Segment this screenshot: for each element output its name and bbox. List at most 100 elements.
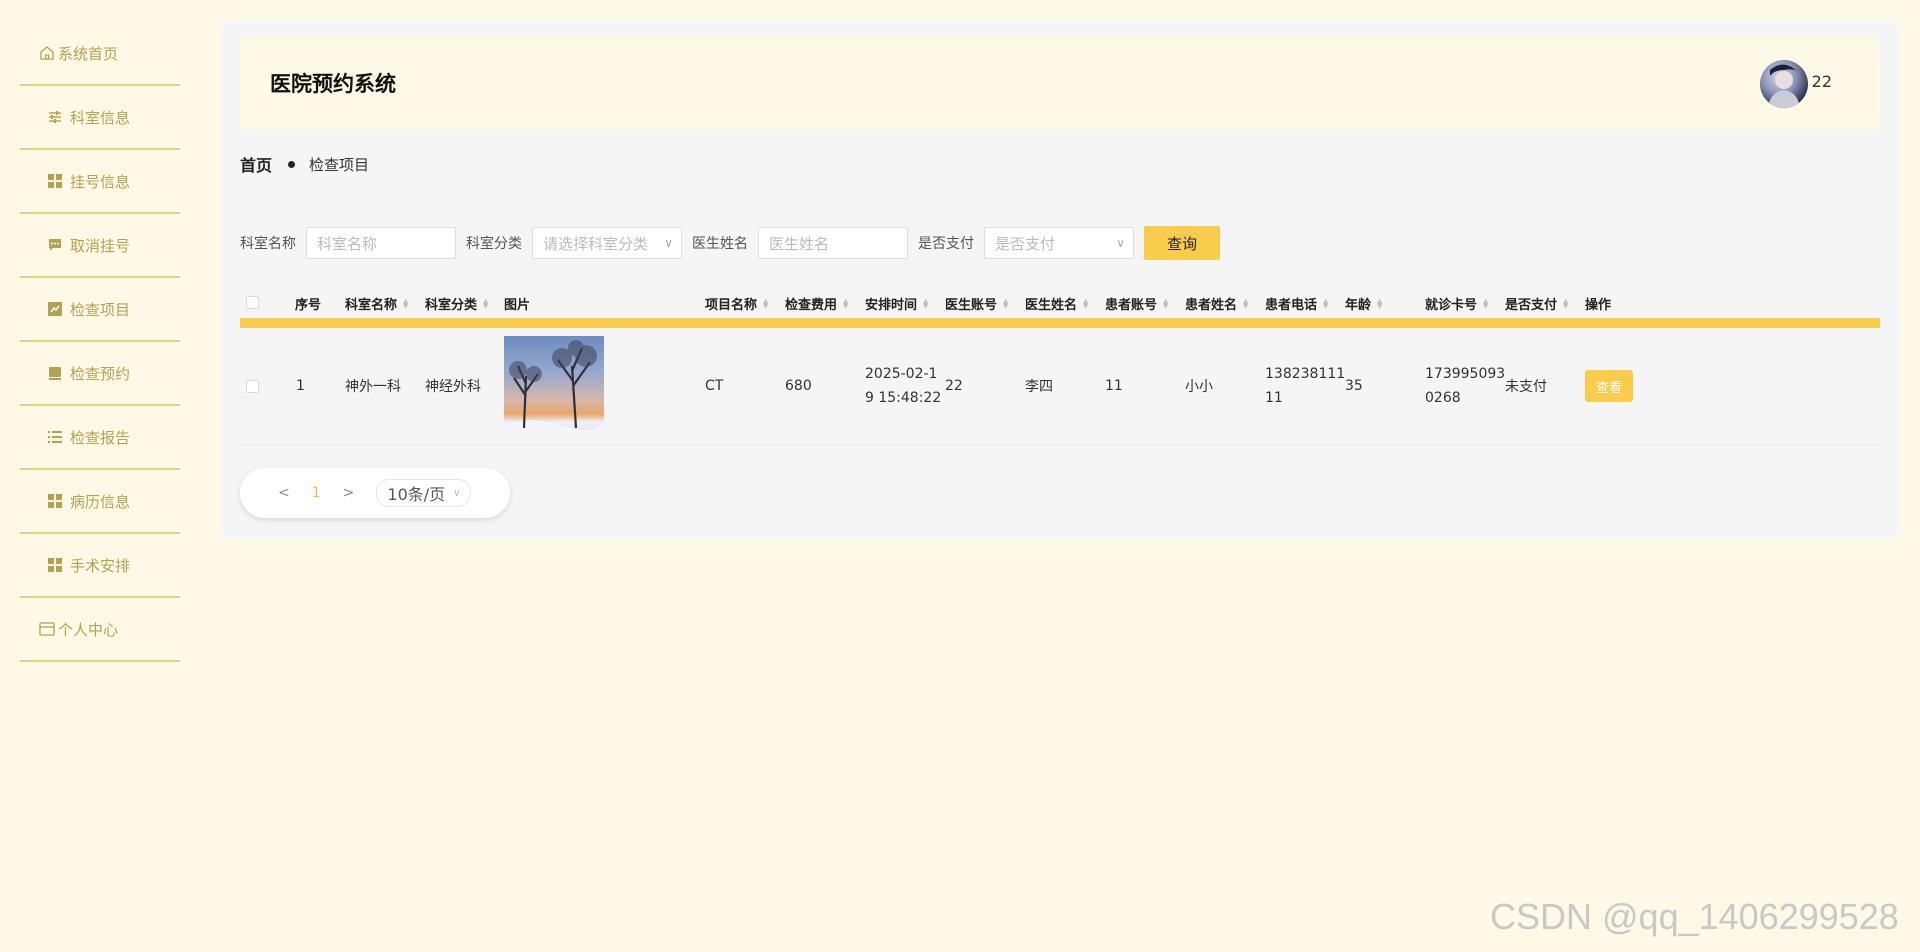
- cell-index: 1: [296, 378, 305, 394]
- th-label: 检查费用: [785, 298, 838, 313]
- sort-icon[interactable]: ▲ ▼: [1377, 297, 1382, 309]
- cell-action: 查看: [1585, 328, 1633, 444]
- th-schedule-time[interactable]: 安排时间 ▲ ▼: [865, 294, 928, 313]
- cell-card-no: 173995093 0268: [1425, 328, 1505, 444]
- main-panel: 医院预约系统 22 首页 检查项目 科室名称 科室名称 科室分类 请选择科室分类…: [220, 22, 1900, 538]
- calendar-icon: [46, 364, 64, 382]
- breadcrumb-home[interactable]: 首页: [240, 152, 272, 176]
- dept-type-select[interactable]: 请选择科室分类 ∨: [532, 227, 682, 259]
- home-icon: [38, 44, 56, 62]
- sidebar-item-surgery-schedule[interactable]: 手术安排: [20, 534, 180, 598]
- sidebar-item-registration[interactable]: 挂号信息: [20, 150, 180, 214]
- th-action: 操作: [1585, 298, 1612, 313]
- sort-icon[interactable]: ▲ ▼: [843, 297, 848, 309]
- username[interactable]: 22: [1812, 72, 1832, 91]
- th-label: 就诊卡号: [1425, 298, 1478, 313]
- page-size-select[interactable]: 10条/页 ∨: [376, 479, 472, 507]
- search-bar: 科室名称 科室名称 科室分类 请选择科室分类 ∨ 医生姓名 医生姓名 是否支付 是…: [240, 226, 1220, 260]
- query-button[interactable]: 查询: [1144, 226, 1220, 260]
- th-paid[interactable]: 是否支付 ▲ ▼: [1505, 294, 1568, 313]
- select-all-checkbox[interactable]: [246, 296, 259, 309]
- sidebar-item-label: 挂号信息: [70, 172, 131, 191]
- cell-fee: 680: [785, 378, 812, 394]
- sliders-icon: [46, 108, 64, 126]
- sort-icon[interactable]: ▲ ▼: [483, 297, 488, 309]
- sidebar-item-home[interactable]: 系统首页: [20, 22, 180, 86]
- chevron-down-icon: ∨: [664, 236, 673, 250]
- sidebar-item-exam-appointment[interactable]: 检查预约: [20, 342, 180, 406]
- table-header: 序号 科室名称 ▲ ▼ 科室分类 ▲ ▼ 图片 项目名称 ▲ ▼ 检查费用 ▲ ▼ 安排时间 ▲ ▼…: [240, 284, 1880, 328]
- next-page-button[interactable]: >: [343, 485, 355, 501]
- paid-select[interactable]: 是否支付 ∨: [984, 227, 1134, 259]
- cell-image[interactable]: [504, 328, 604, 444]
- cell-dept-name: 神外一科: [345, 379, 401, 395]
- th-doctor-account[interactable]: 医生账号 ▲ ▼: [945, 294, 1008, 313]
- th-label: 项目名称: [705, 298, 758, 313]
- sidebar: 系统首页 科室信息 挂号信息 取消挂号 检查项目 检查预约 检查报告 病历信息 …: [20, 22, 180, 662]
- dept-name-placeholder: 科室名称: [317, 234, 378, 253]
- sidebar-item-label: 检查预约: [70, 364, 131, 383]
- sort-icon[interactable]: ▲ ▼: [1163, 297, 1168, 309]
- page-number-current[interactable]: 1: [312, 485, 321, 501]
- chart-icon: [46, 300, 64, 318]
- doctor-name-input[interactable]: 医生姓名: [758, 227, 908, 259]
- th-card-no[interactable]: 就诊卡号 ▲ ▼: [1425, 294, 1488, 313]
- th-age[interactable]: 年龄 ▲ ▼: [1345, 294, 1382, 313]
- sort-icon[interactable]: ▲ ▼: [1563, 297, 1568, 309]
- cell-patient-name: 小小: [1185, 379, 1213, 395]
- sidebar-item-label: 个人中心: [58, 620, 119, 639]
- card-no-line: 0268: [1425, 390, 1461, 406]
- exam-image[interactable]: [504, 336, 604, 436]
- th-fee[interactable]: 检查费用 ▲ ▼: [785, 294, 848, 313]
- th-patient-account[interactable]: 患者账号 ▲ ▼: [1105, 294, 1168, 313]
- sidebar-item-label: 手术安排: [70, 556, 131, 575]
- sort-icon[interactable]: ▲ ▼: [1003, 297, 1008, 309]
- th-dept-name[interactable]: 科室名称 ▲ ▼: [345, 294, 408, 313]
- sidebar-item-medical-records[interactable]: 病历信息: [20, 470, 180, 534]
- sidebar-item-personal-center[interactable]: 个人中心: [20, 598, 180, 662]
- grid-icon: [46, 556, 64, 574]
- doctor-name-placeholder: 医生姓名: [769, 234, 830, 253]
- page-size-label: 10条/页: [387, 485, 446, 504]
- avatar[interactable]: [1760, 60, 1808, 108]
- th-label: 科室名称: [345, 298, 398, 313]
- th-patient-phone[interactable]: 患者电话 ▲ ▼: [1265, 294, 1328, 313]
- sort-icon[interactable]: ▲ ▼: [1083, 297, 1088, 309]
- sort-icon[interactable]: ▲ ▼: [923, 297, 928, 309]
- th-item-name[interactable]: 项目名称 ▲ ▼: [705, 294, 768, 313]
- sidebar-item-label: 检查项目: [70, 300, 131, 319]
- sidebar-item-cancel-registration[interactable]: 取消挂号: [20, 214, 180, 278]
- sidebar-item-departments[interactable]: 科室信息: [20, 86, 180, 150]
- row-checkbox[interactable]: [246, 328, 259, 444]
- th-label: 患者姓名: [1185, 298, 1238, 313]
- sort-icon[interactable]: ▲ ▼: [1483, 297, 1488, 309]
- th-label: 医生姓名: [1025, 298, 1078, 313]
- th-doctor-name[interactable]: 医生姓名 ▲ ▼: [1025, 294, 1088, 313]
- prev-page-button[interactable]: <: [278, 485, 290, 501]
- sort-icon[interactable]: ▲ ▼: [1243, 297, 1248, 309]
- sort-icon[interactable]: ▲ ▼: [1323, 297, 1328, 309]
- dept-type-label: 科室分类: [466, 236, 522, 252]
- view-button[interactable]: 查看: [1585, 370, 1633, 402]
- patient-phone-line: 138238111: [1265, 366, 1346, 382]
- th-patient-name[interactable]: 患者姓名 ▲ ▼: [1185, 294, 1248, 313]
- th-label: 年龄: [1345, 298, 1372, 313]
- sort-icon[interactable]: ▲ ▼: [763, 297, 768, 309]
- th-dept-type[interactable]: 科室分类 ▲ ▼: [425, 294, 488, 313]
- th-index: 序号: [295, 298, 322, 313]
- dept-name-input[interactable]: 科室名称: [306, 227, 456, 259]
- sidebar-item-label: 检查报告: [70, 428, 131, 447]
- sort-icon[interactable]: ▲ ▼: [403, 297, 408, 309]
- chevron-down-icon: ∨: [453, 487, 461, 499]
- grid-icon: [46, 172, 64, 190]
- cell-doctor-account: 22: [945, 378, 963, 394]
- app-title: 医院预约系统: [270, 72, 396, 96]
- cell-patient-phone: 138238111 11: [1265, 328, 1345, 444]
- sidebar-item-label: 病历信息: [70, 492, 131, 511]
- sidebar-item-exam-reports[interactable]: 检查报告: [20, 406, 180, 470]
- schedule-time-line: 9 15:48:22: [865, 390, 942, 406]
- th-label: 是否支付: [1505, 298, 1558, 313]
- th-image: 图片: [504, 298, 531, 313]
- breadcrumb-separator: [288, 160, 296, 168]
- sidebar-item-exam-items[interactable]: 检查项目: [20, 278, 180, 342]
